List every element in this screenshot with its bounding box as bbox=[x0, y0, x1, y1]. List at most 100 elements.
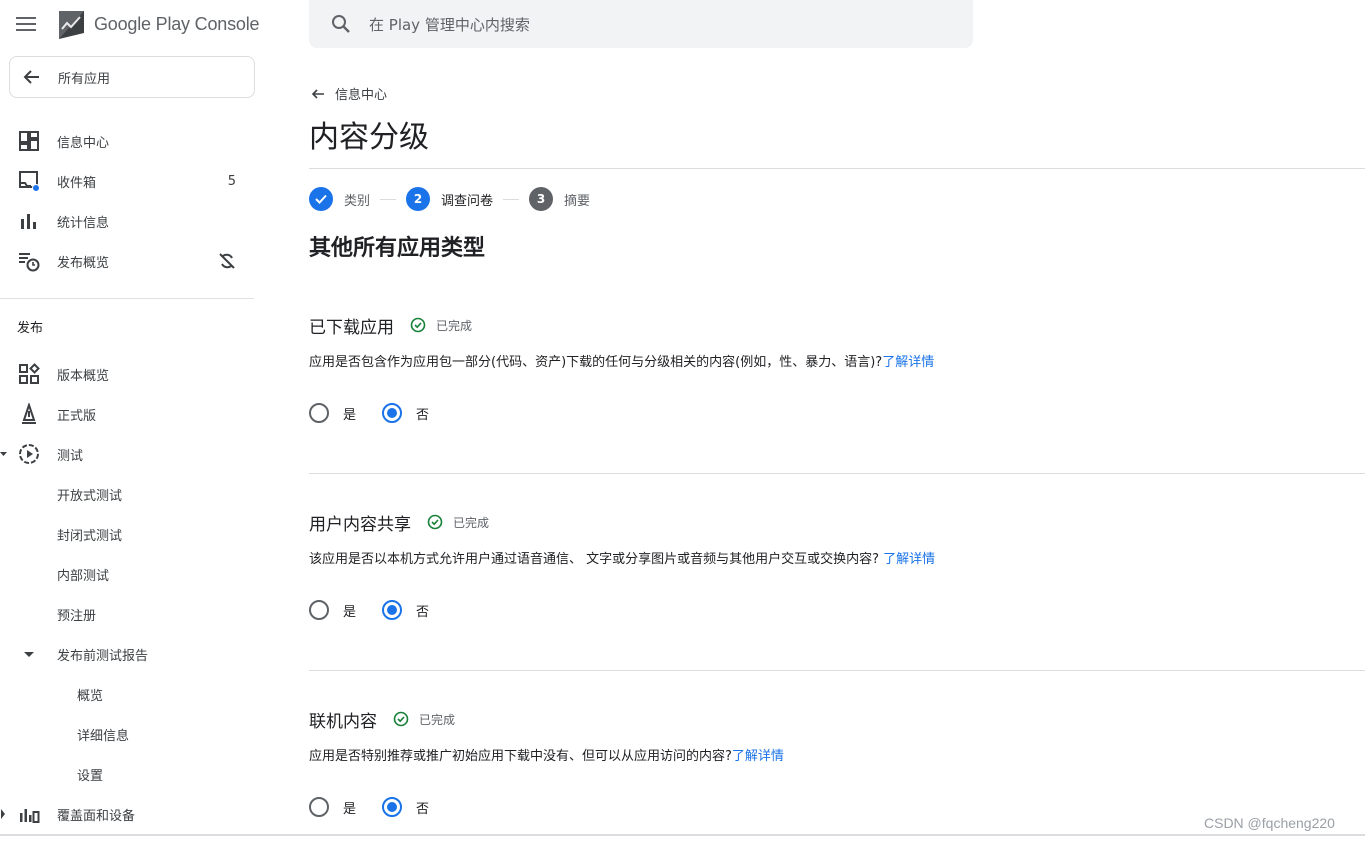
step-connector bbox=[503, 198, 520, 200]
sidebar-item-production[interactable]: 正式版 bbox=[0, 398, 254, 430]
learn-more-link[interactable]: 了解详情 bbox=[882, 355, 934, 370]
check-circle-icon bbox=[427, 514, 443, 530]
sidebar-item-label: 正式版 bbox=[57, 408, 97, 424]
radio-no[interactable]: 否 bbox=[382, 797, 429, 817]
radio-yes[interactable]: 是 bbox=[309, 403, 356, 423]
sync-disabled-icon bbox=[219, 253, 235, 269]
sidebar-item-releases-overview[interactable]: 版本概览 bbox=[0, 358, 254, 390]
sidebar-item-internal-testing[interactable]: 内部测试 bbox=[0, 558, 254, 590]
sidebar: Google Play Console 所有应用 信息中心 收件箱 5 统计信息… bbox=[0, 0, 262, 836]
sidebar-item-report-details[interactable]: 详细信息 bbox=[0, 718, 254, 750]
play-circle-icon bbox=[19, 444, 39, 464]
question-title: 联机内容 bbox=[309, 711, 377, 732]
check-circle-icon bbox=[410, 317, 426, 333]
radio-unchecked-icon[interactable] bbox=[309, 600, 329, 620]
search-bar bbox=[309, 0, 973, 48]
sidebar-item-statistics[interactable]: 统计信息 bbox=[0, 205, 254, 237]
inbox-icon bbox=[19, 171, 40, 192]
status-label: 已完成 bbox=[419, 712, 456, 727]
learn-more-link[interactable]: 了解详情 bbox=[732, 749, 784, 764]
all-apps-button[interactable]: 所有应用 bbox=[9, 56, 255, 98]
step-summary[interactable]: 3 摘要 bbox=[529, 187, 590, 211]
sidebar-item-pre-registration[interactable]: 预注册 bbox=[0, 598, 254, 630]
question-body: 该应用是否以本机方式允许用户通过语音通信、 文字或分享图片或音频与其他用户交互或… bbox=[309, 552, 884, 567]
caret-right-icon bbox=[1, 809, 5, 819]
sidebar-item-testing[interactable]: 测试 bbox=[0, 438, 254, 470]
sidebar-item-label: 详细信息 bbox=[77, 728, 130, 744]
sidebar-item-report-settings[interactable]: 设置 bbox=[0, 758, 254, 790]
step-number: 2 bbox=[406, 187, 431, 211]
learn-more-link[interactable]: 了解详情 bbox=[883, 552, 935, 567]
sidebar-item-label: 封闭式测试 bbox=[57, 528, 123, 544]
bar-chart-icon bbox=[21, 214, 36, 229]
radio-label: 否 bbox=[416, 801, 430, 817]
sidebar-item-label: 信息中心 bbox=[57, 135, 110, 151]
brand-name: Google Play Console bbox=[94, 13, 260, 34]
section-divider bbox=[309, 473, 1365, 474]
stepper: 类别 2 调查问卷 3 摘要 bbox=[309, 186, 590, 212]
radio-no[interactable]: 否 bbox=[382, 600, 429, 620]
radio-label: 否 bbox=[416, 604, 430, 620]
step-connector bbox=[380, 198, 397, 200]
step-category[interactable]: 类别 bbox=[309, 187, 370, 211]
check-circle-icon bbox=[393, 711, 409, 727]
radio-group: 是 否 bbox=[309, 599, 1365, 621]
sidebar-item-label: 覆盖面和设备 bbox=[57, 808, 136, 824]
sidebar-item-reach-devices[interactable]: 覆盖面和设备 bbox=[0, 798, 254, 830]
question-user-content-sharing: 用户内容共享 已完成 该应用是否以本机方式允许用户通过语音通信、 文字或分享图片… bbox=[309, 509, 1365, 621]
watermark: CSDN @fqcheng220 bbox=[1204, 815, 1335, 831]
menu-icon[interactable] bbox=[16, 12, 42, 36]
dashboard-icon bbox=[19, 131, 39, 151]
step-done-check-icon bbox=[309, 187, 333, 211]
status-label: 已完成 bbox=[453, 515, 490, 530]
sidebar-item-open-testing[interactable]: 开放式测试 bbox=[0, 478, 254, 510]
search-icon[interactable] bbox=[331, 14, 351, 34]
radio-label: 否 bbox=[416, 407, 430, 423]
sidebar-item-closed-testing[interactable]: 封闭式测试 bbox=[0, 518, 254, 550]
all-apps-label: 所有应用 bbox=[58, 71, 111, 87]
sidebar-item-label: 发布前测试报告 bbox=[57, 648, 149, 664]
question-title: 已下载应用 bbox=[309, 317, 394, 338]
radio-label: 是 bbox=[343, 801, 357, 817]
section-divider bbox=[309, 670, 1365, 671]
sidebar-section-title: 发布 bbox=[17, 321, 44, 336]
radio-no[interactable]: 否 bbox=[382, 403, 429, 423]
sidebar-item-label: 内部测试 bbox=[57, 568, 110, 584]
caret-down-icon bbox=[0, 452, 7, 456]
production-flask-icon bbox=[22, 403, 36, 424]
radio-label: 是 bbox=[343, 407, 357, 423]
sidebar-item-inbox[interactable]: 收件箱 5 bbox=[0, 165, 254, 197]
question-text: 应用是否特别推荐或推广初始应用下载中没有、但可以从应用访问的内容?了解详情 bbox=[309, 748, 1365, 766]
sidebar-item-report-overview[interactable]: 概览 bbox=[0, 678, 254, 710]
radio-unchecked-icon[interactable] bbox=[309, 797, 329, 817]
sidebar-item-label: 收件箱 bbox=[57, 175, 97, 191]
sidebar-item-dashboard[interactable]: 信息中心 bbox=[0, 125, 254, 157]
step-number: 3 bbox=[529, 187, 554, 211]
search-input[interactable] bbox=[369, 12, 929, 38]
step-questionnaire[interactable]: 2 调查问卷 bbox=[406, 187, 493, 211]
devices-chart-icon bbox=[20, 809, 40, 823]
step-label: 类别 bbox=[344, 193, 371, 209]
arrow-back-icon bbox=[311, 88, 324, 99]
radio-yes[interactable]: 是 bbox=[309, 797, 356, 817]
play-console-logo-icon bbox=[59, 11, 84, 39]
radio-checked-icon[interactable] bbox=[382, 797, 403, 817]
radio-group: 是 否 bbox=[309, 402, 1365, 424]
sidebar-item-pre-launch-report[interactable]: 发布前测试报告 bbox=[0, 638, 254, 670]
sidebar-divider bbox=[0, 298, 254, 299]
back-to-dashboard-link[interactable]: 信息中心 bbox=[310, 84, 387, 103]
brand[interactable]: Google Play Console bbox=[58, 8, 260, 40]
sidebar-item-label: 版本概览 bbox=[57, 368, 110, 384]
radio-unchecked-icon[interactable] bbox=[309, 403, 329, 423]
status-badge: 已完成 bbox=[427, 514, 489, 531]
radio-checked-icon[interactable] bbox=[382, 600, 403, 620]
radio-yes[interactable]: 是 bbox=[309, 600, 356, 620]
status-badge: 已完成 bbox=[393, 711, 455, 728]
radio-checked-icon[interactable] bbox=[382, 403, 403, 423]
question-body: 应用是否特别推荐或推广初始应用下载中没有、但可以从应用访问的内容? bbox=[309, 749, 732, 764]
category-title: 其他所有应用类型 bbox=[309, 236, 486, 261]
question-text: 该应用是否以本机方式允许用户通过语音通信、 文字或分享图片或音频与其他用户交互或… bbox=[309, 551, 1365, 569]
step-label: 调查问卷 bbox=[441, 193, 494, 209]
sidebar-item-publishing-overview[interactable]: 发布概览 bbox=[0, 245, 254, 277]
sidebar-item-label: 发布概览 bbox=[57, 255, 110, 271]
